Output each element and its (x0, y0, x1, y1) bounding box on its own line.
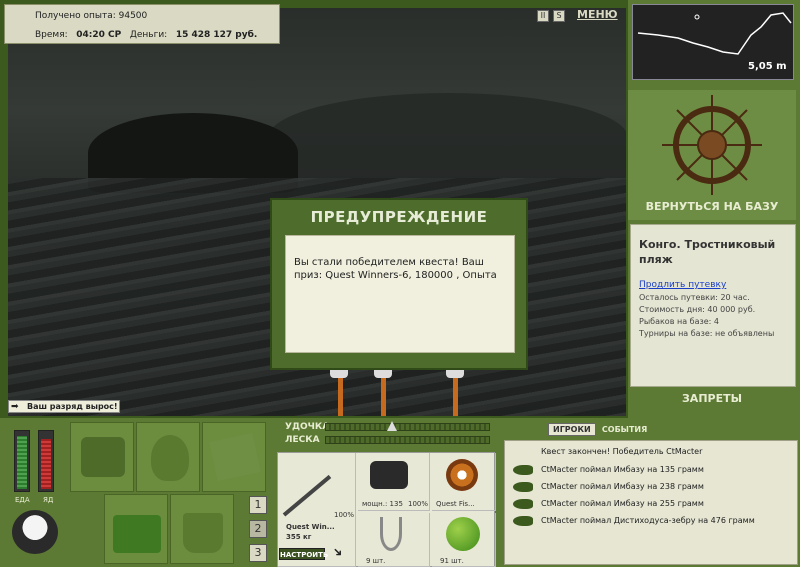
line-tension-bar (325, 436, 490, 444)
experience-value: 94500 (118, 11, 148, 21)
bait-slot[interactable]: 91 шт. (432, 513, 496, 567)
dialog-message: Вы стали победителем квеста! Ваш приз: Q… (285, 235, 515, 353)
poison-meter (38, 430, 54, 492)
events-log: Квест закончен! Победитель CtMacter CtMa… (504, 440, 798, 565)
hook-slot[interactable]: 9 шт. (358, 513, 430, 567)
tournaments-info: Турниры на базе: не объявлены (639, 329, 775, 338)
remaining-time: Осталось путевки: 20 час. (639, 293, 750, 302)
arrow-icon: ➡ (11, 402, 19, 412)
experience-row: Получено опыта: 94500 (35, 11, 147, 21)
reel-slot[interactable]: мощн.: 135 100% (358, 453, 430, 511)
log-line: CtMacter поймал Имбазу на 135 грамм (541, 465, 704, 474)
warning-dialog[interactable]: ПРЕДУПРЕЖДЕНИЕ Вы стали победителем квес… (270, 198, 528, 370)
basket-icon (113, 515, 161, 553)
rank-up-text: Ваш разряд вырос! (27, 402, 118, 411)
status-panel: Получено опыта: 94500 Время: 04:20 СР Де… (4, 4, 280, 44)
rod-tension-bar (325, 423, 490, 431)
poison-meter-fill (41, 439, 51, 489)
log-line: CtMacter поймал Имбазу на 238 грамм (541, 482, 704, 491)
rod-name: Quest Win... (286, 523, 335, 531)
reel-info: мощн.: 135 (362, 500, 403, 508)
log-line: CtMacter поймал Дистиходуса-зебру на 476… (541, 516, 755, 525)
hooks-count: 9 шт. (366, 557, 386, 565)
location-panel: Конго. Тростниковый пляж Продлить путевк… (630, 224, 796, 387)
fishers-count: Рыбаков на базе: 4 (639, 317, 719, 326)
bans-button[interactable]: ЗАПРЕТЫ (628, 392, 796, 405)
rod-label: УДОЧКА (285, 422, 330, 432)
sound-icon[interactable]: S (553, 10, 565, 22)
line-slot[interactable]: Quest Fis... (432, 453, 496, 511)
rod-stand-3[interactable] (453, 373, 458, 416)
log-line: CtMacter поймал Имбазу на 255 грамм (541, 499, 704, 508)
bait-count: 91 шт. (440, 557, 464, 565)
menu-button[interactable]: МЕНЮ (577, 8, 618, 21)
reel-icon (370, 461, 408, 489)
bucket-icon (183, 513, 223, 553)
map-slot[interactable] (202, 422, 266, 492)
poison-label: ЯД (43, 496, 54, 504)
money-label: Деньги: (129, 30, 168, 40)
inventory-tab-1[interactable]: 1 (249, 496, 267, 514)
sack-slot[interactable] (136, 422, 200, 492)
float-marker (694, 14, 700, 20)
sack-icon (151, 435, 189, 481)
day-cost: Стоимость дня: 40 000 руб. (639, 305, 756, 314)
bucket-slot[interactable] (170, 494, 234, 564)
rod-stand-2[interactable] (381, 373, 386, 416)
bag-icon (81, 437, 125, 477)
ship-wheel-icon (662, 95, 762, 195)
line-label: ЛЕСКА (285, 435, 320, 445)
line-spool-icon (446, 459, 478, 491)
tension-marker-icon (387, 421, 397, 431)
food-meter-fill (17, 436, 27, 489)
bag-slot[interactable] (70, 422, 134, 492)
time-value: 04:20 СР (76, 30, 122, 40)
setup-button[interactable]: НАСТРОИТЬ (279, 548, 328, 560)
time-label: Время: (35, 30, 68, 40)
fish-icon (513, 482, 533, 492)
inventory-tab-2[interactable]: 2 (249, 520, 267, 538)
rod-icon (282, 474, 332, 517)
fish-icon (513, 516, 533, 526)
rod-line-bars: УДОЧКА ЛЕСКА (277, 421, 495, 451)
time-money-row: Время: 04:20 СР Деньги: 15 428 127 руб. (35, 30, 257, 40)
experience-label: Получено опыта: (35, 11, 116, 21)
extend-trip-link[interactable]: Продлить путевку (639, 280, 726, 290)
line-name: Quest Fis... (436, 500, 475, 508)
peas-icon (446, 517, 480, 551)
rank-up-badge[interactable]: Ваш разряд вырос! (8, 400, 120, 413)
log-line: Квест закончен! Победитель CtMacter (541, 447, 703, 456)
location-title: Конго. Тростниковый пляж (639, 238, 776, 266)
rod-stand-1[interactable] (338, 373, 343, 416)
hook-icon (380, 517, 402, 551)
fish-icon (513, 465, 533, 475)
food-label: ЕДА (15, 496, 30, 504)
rod-weight: 355 кг (286, 533, 312, 541)
dialog-title: ПРЕДУПРЕЖДЕНИЕ (310, 208, 488, 226)
basket-slot[interactable] (104, 494, 168, 564)
reel-percent: 100% (408, 500, 429, 508)
cauldron-icon[interactable] (12, 510, 58, 554)
rod-percent: 100% (334, 511, 355, 519)
food-meter (14, 430, 30, 492)
events-tabbar: ИГРОКИ СОБЫТИЯ (548, 423, 650, 436)
return-to-base-button[interactable]: ВЕРНУТЬСЯ НА БАЗУ (628, 200, 796, 213)
pause-icon[interactable]: II (537, 10, 549, 22)
tab-players[interactable]: ИГРОКИ (548, 423, 596, 436)
tab-events[interactable]: СОБЫТИЯ (599, 424, 650, 435)
fish-icon (513, 499, 533, 509)
far-shore (268, 93, 626, 183)
map-icon (209, 432, 261, 482)
events-panel: ИГРОКИ СОБЫТИЯ Квест закончен! Победител… (500, 418, 800, 567)
depth-value: 5,05 m (748, 61, 787, 72)
money-value: 15 428 127 руб. (175, 30, 258, 40)
inventory-tab-3[interactable]: 3 (249, 544, 267, 562)
